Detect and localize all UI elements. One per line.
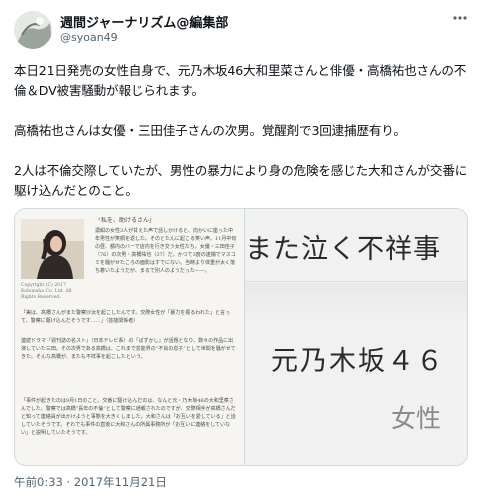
zoom-shading [245, 283, 467, 333]
tweet-body: 本日21日発売の女性自身で、元乃木坂46大和里菜さんと俳優・高橋祐也さんの不倫＆… [14, 61, 470, 201]
article-column-text: 濃紺の女性3人が甘えた声で話しかけると、向かいに座った中年男性が笑顔を返した。そ… [95, 228, 237, 274]
tweet-media[interactable]: Copyright (C) 2017 Kobunsha Co. Ltd. All… [14, 208, 468, 466]
photo-credit: Copyright (C) 2017 Kobunsha Co. Ltd. All… [21, 283, 72, 300]
article-paragraph: 連続ドラマ『週刊誌の名スト』（日本テレビ系）の「ぱずかし」が話題となり、数々の作… [21, 338, 236, 360]
article-paragraph: 「事件が起きたのは9月1日のこと。交番に駆け込んだのは、なんと元・乃木坂46の大… [21, 398, 236, 436]
zoom-headline-middle: 元乃木坂４６ [271, 346, 445, 377]
author-name[interactable]: 週間ジャーナリズム@編集部 [60, 12, 228, 31]
article-title: 「私を、助けるさん」 [95, 217, 156, 224]
tweet-paragraph: 2人は不倫交際していたが、男性の暴力により身の危険を感じた大和さんが交番に駆け込… [14, 163, 468, 198]
more-options-button[interactable] [448, 8, 472, 32]
media-image-article[interactable]: Copyright (C) 2017 Kobunsha Co. Ltd. All… [15, 209, 245, 465]
article-photo [21, 219, 84, 279]
author-handle[interactable]: @syoan49 [60, 31, 118, 44]
author-avatar[interactable] [14, 11, 52, 49]
zoom-headline-bottom: 女性 [391, 404, 442, 433]
tweet-paragraph: 本日21日発売の女性自身で、元乃木坂46大和里菜さんと俳優・高橋祐也さんの不倫＆… [14, 63, 467, 98]
zoom-headline-top: また泣く不祥事 [245, 234, 441, 265]
tweet-paragraph: 高橋祐也さんは女優・三田佳子さんの次男。覚醒剤で3回逮捕歴有り。 [14, 123, 406, 138]
more-horizontal-icon [451, 9, 469, 31]
divider [245, 281, 467, 282]
media-image-zoomed[interactable]: また泣く不祥事 元乃木坂４６ 女性 [245, 209, 467, 465]
article-quote: 「実は、高橋さんがまた警察沙汰を起こしたんです。交際女性が「暴力を振るわれた」と… [21, 310, 231, 324]
tweet-timestamp[interactable]: 午前0:33 · 2017年11月21日 [14, 474, 167, 490]
